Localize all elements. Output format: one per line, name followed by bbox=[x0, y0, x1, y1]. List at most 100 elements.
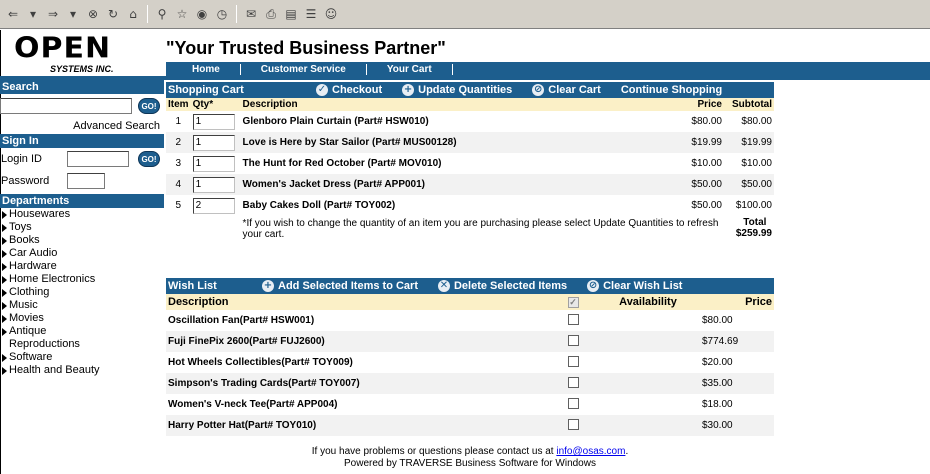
clear-icon: ⊘ bbox=[532, 84, 545, 96]
item-description: Women's Jacket Dress (Part# APP001) bbox=[240, 174, 677, 195]
password-label: Password bbox=[1, 175, 50, 187]
search-input[interactable] bbox=[0, 98, 132, 114]
department-item[interactable]: Antique Reproductions bbox=[0, 325, 110, 351]
department-item[interactable]: Clothing bbox=[0, 286, 164, 299]
wish-select-checkbox[interactable] bbox=[567, 376, 579, 388]
department-item[interactable]: Books bbox=[0, 234, 164, 247]
wish-select-checkbox[interactable] bbox=[567, 355, 579, 367]
discuss-icon[interactable]: ☰ bbox=[302, 5, 320, 23]
refresh-icon[interactable]: ↻ bbox=[104, 5, 122, 23]
plus-icon: + bbox=[402, 84, 415, 96]
mail-icon[interactable]: ✉ bbox=[242, 5, 260, 23]
quantity-field[interactable] bbox=[192, 155, 235, 172]
table-row: 5 Baby Cakes Doll (Part# TOY002) $50.00 … bbox=[166, 195, 774, 216]
advanced-search-link[interactable]: Advanced Search bbox=[0, 118, 164, 134]
item-number: 1 bbox=[175, 116, 182, 127]
wish-price: $774.69 bbox=[700, 331, 774, 352]
col-item: Item bbox=[166, 98, 191, 111]
select-all-checkbox[interactable]: ✓ bbox=[567, 297, 579, 308]
clear-wishlist-label: Clear Wish List bbox=[603, 280, 683, 292]
continue-shopping-label: Continue Shopping bbox=[620, 84, 723, 96]
password-field[interactable] bbox=[67, 173, 105, 189]
password-row: Password bbox=[0, 170, 164, 192]
item-description: Baby Cakes Doll (Part# TOY002) bbox=[242, 200, 396, 211]
department-item[interactable]: Toys bbox=[0, 221, 164, 234]
wish-description: Oscillation Fan(Part# HSW001) bbox=[168, 315, 315, 326]
table-row: 1 Glenboro Plain Curtain (Part# HSW010) … bbox=[166, 111, 774, 132]
wish-description: Hot Wheels Collectibles(Part# TOY009) bbox=[168, 357, 353, 368]
checkout-button[interactable]: ✓ Checkout bbox=[316, 84, 382, 96]
clear-cart-button[interactable]: ⊘ Clear Cart bbox=[532, 84, 601, 96]
cart-note: *If you wish to change the quantity of a… bbox=[242, 218, 719, 240]
plus-icon: + bbox=[262, 280, 274, 292]
wish-description: Women's V-neck Tee(Part# APP004) bbox=[168, 399, 338, 410]
department-item[interactable]: Home Electronics bbox=[0, 273, 164, 286]
search-go-button[interactable]: GO! bbox=[138, 98, 160, 114]
department-item[interactable]: Car Audio bbox=[0, 247, 164, 260]
department-item[interactable]: Health and Beauty bbox=[0, 364, 164, 377]
quantity-field[interactable] bbox=[192, 113, 235, 130]
nav-home[interactable]: Home bbox=[166, 63, 241, 75]
wish-price: $30.00 bbox=[700, 415, 774, 436]
history-icon[interactable]: ◷ bbox=[213, 5, 231, 23]
nav-your-cart[interactable]: Your Cart bbox=[367, 63, 453, 75]
sidebar: Search GO! Advanced Search Sign In Login… bbox=[0, 80, 164, 377]
item-price: $80.00 bbox=[691, 116, 722, 127]
media-icon[interactable]: ◉ bbox=[193, 5, 211, 23]
page-footer: If you have problems or questions please… bbox=[166, 446, 774, 470]
wish-select-checkbox[interactable] bbox=[567, 334, 579, 346]
search-icon[interactable]: ⚲ bbox=[153, 5, 171, 23]
back-icon[interactable]: ⇐ bbox=[4, 5, 22, 23]
dropdown-icon[interactable]: ▾ bbox=[64, 5, 82, 23]
dropdown-icon[interactable]: ▾ bbox=[24, 5, 42, 23]
nav-customer-service[interactable]: Customer Service bbox=[241, 63, 367, 75]
department-item[interactable]: Software bbox=[0, 351, 164, 364]
messenger-icon[interactable]: ☺ bbox=[322, 5, 340, 23]
stop-icon[interactable]: ⊗ bbox=[84, 5, 102, 23]
shopping-cart: Shopping Cart ✓ Checkout + Update Quanti… bbox=[166, 82, 774, 240]
browser-toolbar: ⇐ ▾ ⇒ ▾ ⊗ ↻ ⌂ ⚲ ☆ ◉ ◷ ✉ ⎙ ▤ ☰ ☺ bbox=[0, 0, 930, 29]
search-heading: Search bbox=[0, 80, 164, 94]
wishlist-header: Wish List + Add Selected Items to Cart ✕… bbox=[166, 278, 774, 294]
clear-wishlist-button[interactable]: ⊘ Clear Wish List bbox=[587, 280, 682, 292]
wish-list: Wish List + Add Selected Items to Cart ✕… bbox=[166, 278, 774, 436]
item-description: Love is Here by Star Sailor (Part# MUS00… bbox=[240, 132, 677, 153]
col-price: Price bbox=[676, 98, 724, 111]
quantity-field[interactable] bbox=[192, 134, 235, 151]
clear-icon: ⊘ bbox=[587, 280, 600, 292]
toolbar-separator bbox=[236, 5, 237, 23]
department-item[interactable]: Movies bbox=[0, 312, 164, 325]
wish-select-checkbox[interactable] bbox=[567, 418, 579, 430]
item-subtotal: $10.00 bbox=[741, 158, 772, 169]
quantity-field[interactable] bbox=[192, 197, 235, 214]
print-icon[interactable]: ⎙ bbox=[262, 5, 280, 23]
footer-contact-text: If you have problems or questions please… bbox=[311, 446, 557, 457]
contact-email-link[interactable]: info@osas.com bbox=[556, 446, 625, 457]
wish-select-checkbox[interactable] bbox=[567, 397, 579, 409]
quantity-field[interactable] bbox=[192, 176, 235, 193]
footer-contact-suffix: . bbox=[625, 446, 629, 457]
department-item[interactable]: Hardware bbox=[0, 260, 164, 273]
login-id-field[interactable] bbox=[67, 151, 129, 167]
col-availability: Availability bbox=[596, 294, 700, 310]
home-icon[interactable]: ⌂ bbox=[124, 5, 142, 23]
update-quantities-button[interactable]: + Update Quantities bbox=[402, 84, 512, 96]
company-logo[interactable]: OPEN SYSTEMS INC. bbox=[14, 34, 154, 76]
cart-header-row: Item Qty* Description Price Subtotal bbox=[166, 98, 774, 111]
department-item[interactable]: Housewares bbox=[0, 208, 164, 221]
delete-icon: ✕ bbox=[437, 280, 450, 292]
continue-shopping-button[interactable]: Continue Shopping bbox=[621, 84, 722, 96]
departments-heading: Departments bbox=[0, 194, 164, 208]
wish-select-checkbox[interactable] bbox=[567, 313, 579, 325]
delete-selected-button[interactable]: ✕ Delete Selected Items bbox=[437, 280, 567, 292]
forward-icon[interactable]: ⇒ bbox=[44, 5, 62, 23]
item-subtotal: $19.99 bbox=[723, 132, 774, 153]
add-to-cart-button[interactable]: + Add Selected Items to Cart bbox=[262, 280, 418, 292]
table-row: 2 Love is Here by Star Sailor (Part# MUS… bbox=[166, 132, 774, 153]
item-subtotal: $50.00 bbox=[723, 174, 774, 195]
department-item[interactable]: Music bbox=[0, 299, 164, 312]
update-quantities-label: Update Quantities bbox=[418, 84, 513, 96]
favorites-icon[interactable]: ☆ bbox=[173, 5, 191, 23]
edit-icon[interactable]: ▤ bbox=[282, 5, 300, 23]
login-go-button[interactable]: GO! bbox=[138, 151, 160, 167]
